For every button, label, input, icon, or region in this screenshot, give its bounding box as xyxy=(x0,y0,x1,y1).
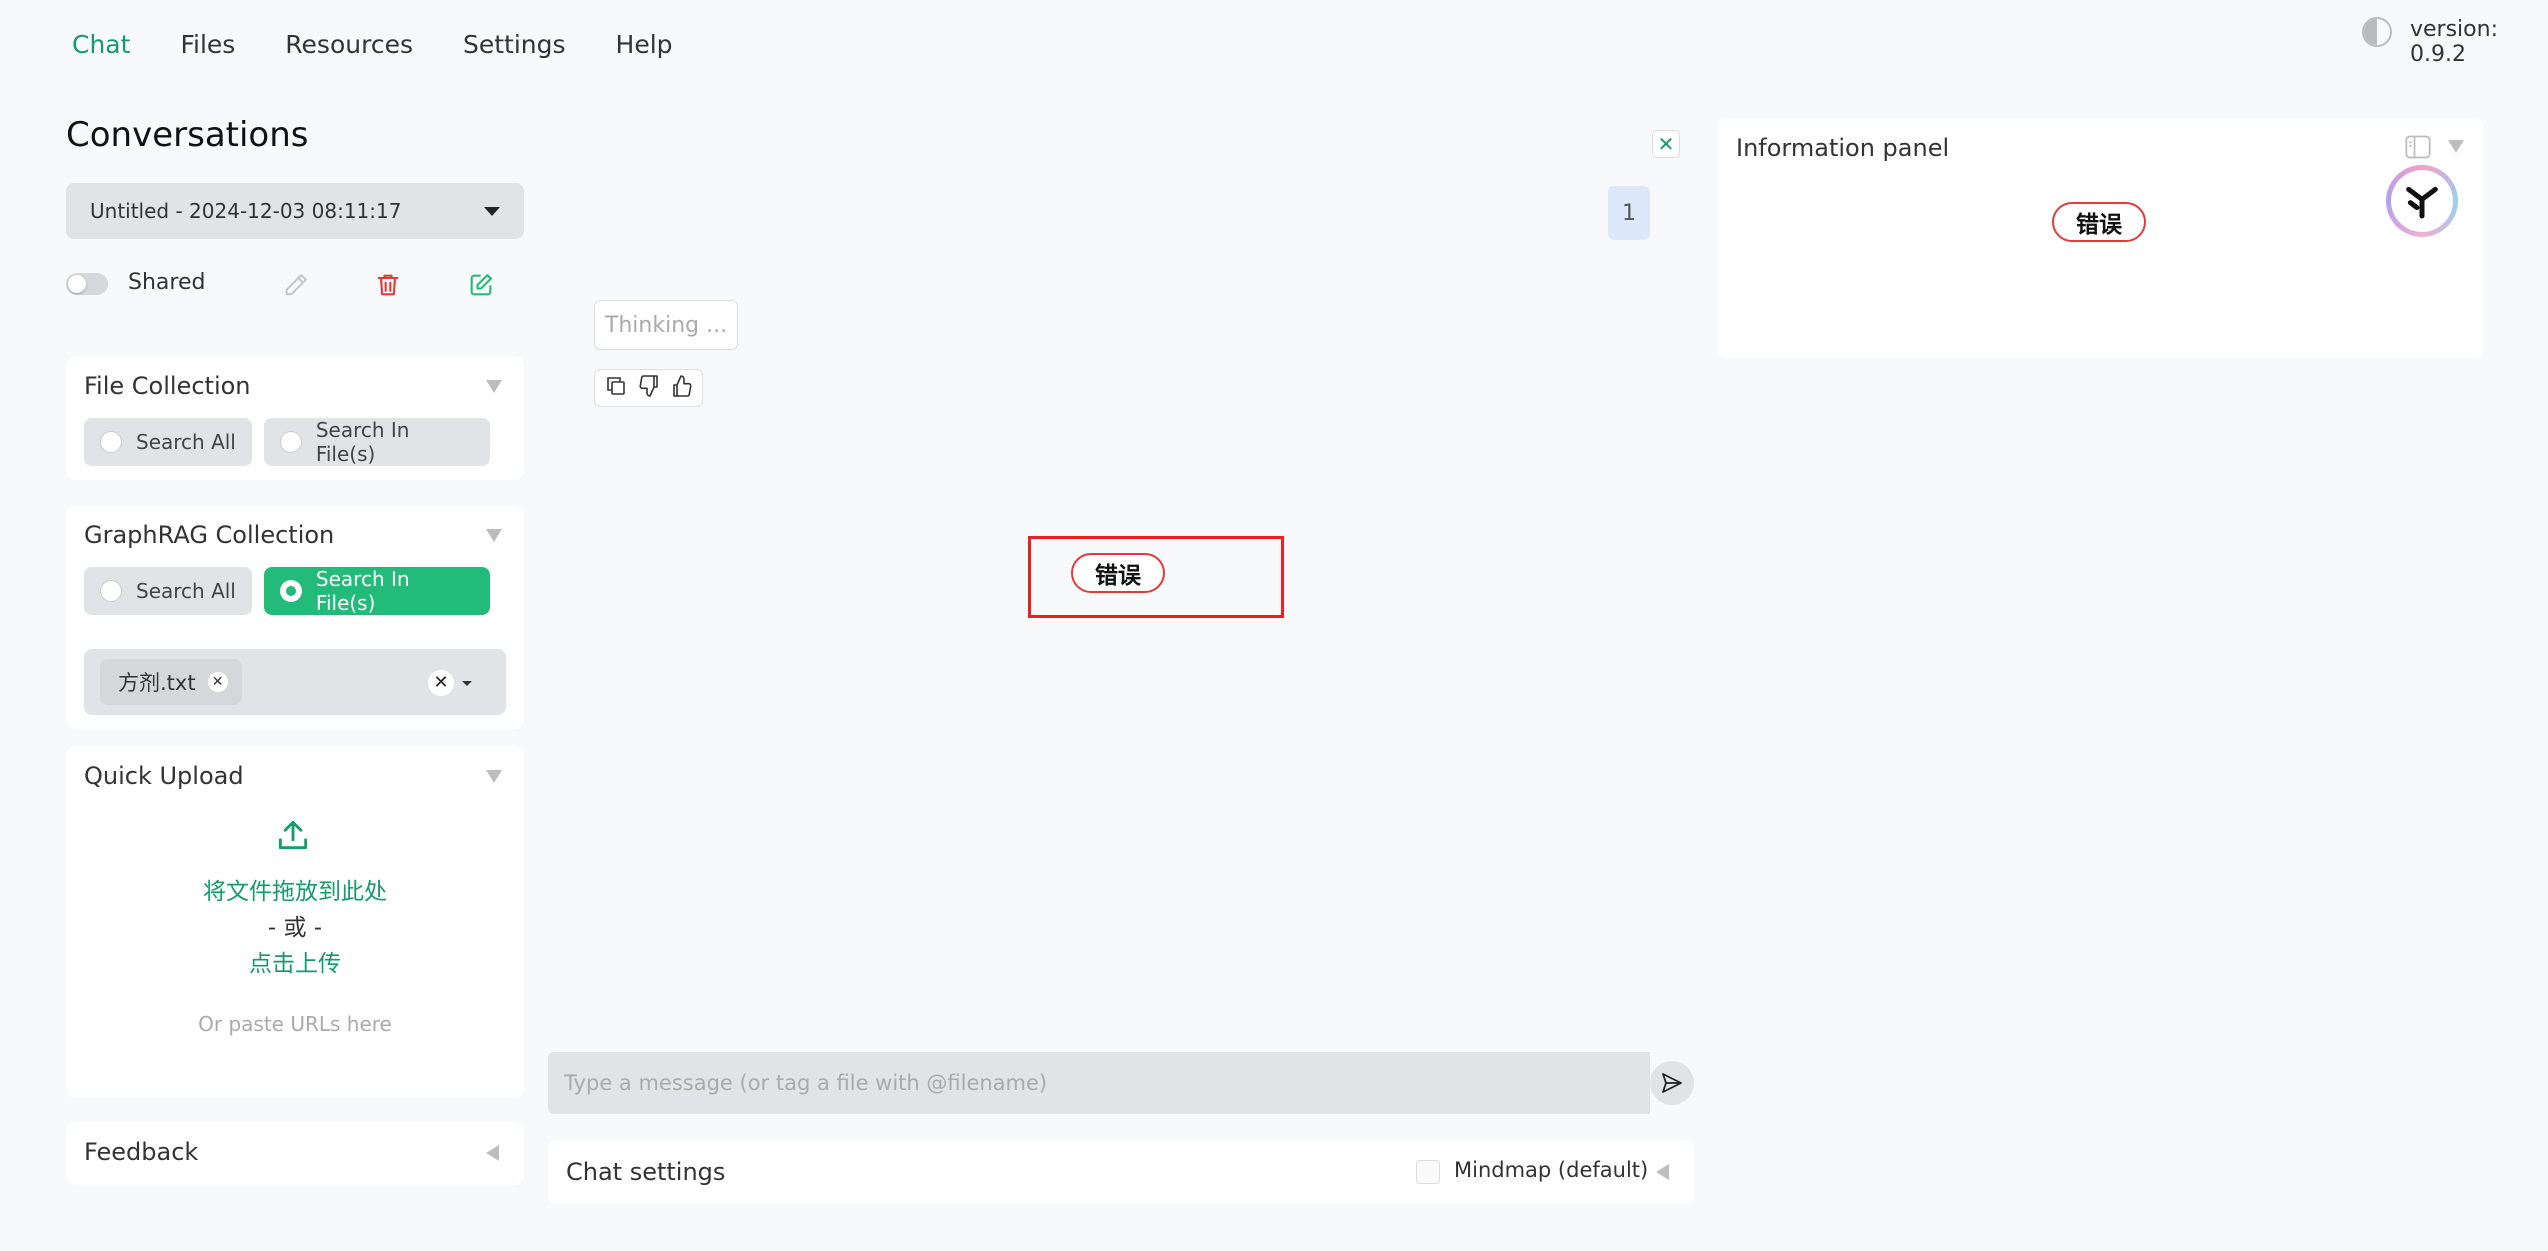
quick-upload-title: Quick Upload xyxy=(84,762,244,790)
assistant-avatar[interactable] xyxy=(2386,165,2458,237)
chat-settings-card[interactable]: Chat settings Mindmap (default) xyxy=(548,1140,1694,1204)
file-collection-search-in-files[interactable]: Search In File(s) xyxy=(264,418,490,466)
new-conversation-button[interactable] xyxy=(463,267,499,303)
nav-tab-resources[interactable]: Resources xyxy=(285,30,413,59)
feedback-title: Feedback xyxy=(84,1138,199,1166)
expand-triangle-icon[interactable] xyxy=(1656,1164,1669,1180)
expand-triangle-icon[interactable] xyxy=(486,1145,499,1161)
information-panel-title: Information panel xyxy=(1736,134,1950,162)
assistant-logo-icon xyxy=(2406,186,2438,219)
chat-settings-title: Chat settings xyxy=(566,1158,726,1186)
edit-square-icon xyxy=(470,274,492,296)
information-panel: Information panel 错误 xyxy=(1718,118,2483,358)
chat-message-input[interactable]: Type a message (or tag a file with @file… xyxy=(548,1052,1650,1114)
upload-or-text: - 或 - xyxy=(267,915,323,941)
radio-selected-icon xyxy=(280,580,302,602)
send-icon xyxy=(1662,1073,1682,1093)
nav-tab-help[interactable]: Help xyxy=(616,30,673,59)
upload-drop-text[interactable]: 将文件拖放到此处 xyxy=(66,872,524,906)
mindmap-checkbox[interactable] xyxy=(1416,1160,1440,1184)
shared-toggle[interactable] xyxy=(66,273,108,295)
graphrag-collection-title: GraphRAG Collection xyxy=(84,521,335,549)
error-badge: 错误 xyxy=(1071,553,1165,593)
remove-file-icon[interactable]: ✕ xyxy=(207,672,228,692)
theme-toggle-icon[interactable] xyxy=(2362,17,2392,47)
conversation-selected-value: Untitled - 2024-12-03 08:11:17 xyxy=(90,199,402,223)
send-button[interactable] xyxy=(1650,1061,1694,1105)
nav-tab-chat[interactable]: Chat xyxy=(72,30,130,59)
error-highlight-box: 错误 xyxy=(1028,536,1284,618)
trash-icon xyxy=(377,274,399,296)
nav-tab-files[interactable]: Files xyxy=(180,30,235,59)
radio-label: Search All xyxy=(136,579,236,603)
rename-conversation-button[interactable] xyxy=(278,267,314,303)
conversations-title: Conversations xyxy=(66,115,309,155)
bot-message: Thinking ... xyxy=(594,300,738,350)
pencil-icon xyxy=(285,274,307,296)
thumbs-up-icon[interactable] xyxy=(670,374,694,402)
selected-file-tag: 方剂.txt ✕ xyxy=(100,659,242,705)
feedback-card[interactable]: Feedback xyxy=(66,1121,524,1185)
upload-icon xyxy=(278,820,308,850)
shared-label: Shared xyxy=(128,270,206,295)
nav-tab-settings[interactable]: Settings xyxy=(463,30,566,59)
graphrag-file-select[interactable]: 方剂.txt ✕ ✕ xyxy=(84,649,506,715)
mindmap-label: Mindmap (default) xyxy=(1454,1158,1649,1182)
radio-circle-icon xyxy=(100,580,122,602)
file-select-controls: ✕ xyxy=(428,670,472,696)
collapse-triangle-icon[interactable] xyxy=(486,529,502,542)
paste-urls-input[interactable]: Or paste URLs here xyxy=(66,1012,524,1036)
radio-circle-icon xyxy=(280,431,302,453)
info-error-badge: 错误 xyxy=(2052,202,2146,242)
selected-file-name: 方剂.txt xyxy=(118,671,196,695)
collapse-triangle-icon[interactable] xyxy=(486,380,502,393)
collapse-triangle-icon[interactable] xyxy=(2448,140,2464,153)
chevron-down-icon[interactable] xyxy=(462,680,472,686)
upload-click-text[interactable]: 点击上传 xyxy=(66,944,524,978)
conversation-dropdown[interactable]: Untitled - 2024-12-03 08:11:17 xyxy=(66,183,524,239)
graphrag-collection-card: GraphRAG Collection Search All Search In… xyxy=(66,505,524,729)
file-collection-card: File Collection Search All Search In Fil… xyxy=(66,356,524,480)
copy-icon[interactable] xyxy=(604,374,628,402)
quick-upload-card: Quick Upload 将文件拖放到此处 - 或 - 点击上传 Or past… xyxy=(66,746,524,1098)
user-message: 1 xyxy=(1608,186,1650,240)
clear-files-icon[interactable]: ✕ xyxy=(428,670,454,696)
version-label: version: 0.9.2 xyxy=(2410,17,2498,67)
upload-dropzone[interactable] xyxy=(274,816,312,858)
radio-label: Search In File(s) xyxy=(315,418,410,466)
radio-label: Search All xyxy=(136,430,236,454)
panel-layout-icon[interactable] xyxy=(2404,134,2432,164)
top-nav: Chat Files Resources Settings Help xyxy=(72,30,673,59)
close-chat-icon[interactable]: ✕ xyxy=(1652,130,1680,158)
collapse-triangle-icon[interactable] xyxy=(486,770,502,783)
thumbs-down-icon[interactable] xyxy=(637,374,661,402)
message-actions xyxy=(594,369,703,407)
file-collection-title: File Collection xyxy=(84,372,251,400)
graphrag-search-all[interactable]: Search All xyxy=(84,567,252,615)
delete-conversation-button[interactable] xyxy=(370,267,406,303)
chevron-down-icon xyxy=(484,206,500,216)
graphrag-search-in-files[interactable]: Search In File(s) xyxy=(264,567,490,615)
radio-circle-icon xyxy=(100,431,122,453)
radio-label: Search In File(s) xyxy=(315,567,410,615)
file-collection-search-all[interactable]: Search All xyxy=(84,418,252,466)
